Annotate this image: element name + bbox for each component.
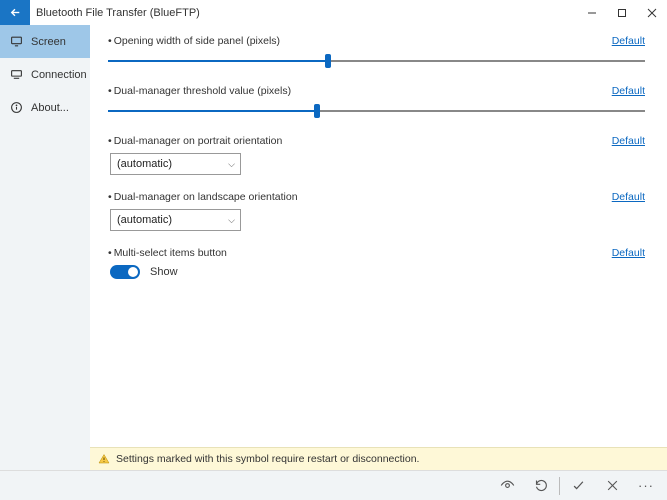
- default-link[interactable]: Default: [612, 247, 645, 259]
- app-title: Bluetooth File Transfer (BlueFTP): [36, 7, 200, 19]
- chevron-down-icon: ⌵: [228, 159, 235, 170]
- default-link[interactable]: Default: [612, 85, 645, 97]
- minimize-button[interactable]: [577, 0, 607, 25]
- warning-icon: [98, 453, 110, 465]
- separator: [559, 477, 560, 495]
- chevron-down-icon: ⌵: [228, 215, 235, 226]
- sidebar: Screen Connection About...: [0, 25, 90, 470]
- setting-label: •Opening width of side panel (pixels): [108, 35, 280, 47]
- select-value: (automatic): [117, 214, 172, 226]
- sidebar-item-about[interactable]: About...: [0, 91, 90, 124]
- setting-label: •Multi-select items button: [108, 247, 227, 259]
- more-button[interactable]: ···: [629, 471, 663, 500]
- warning-bar: Settings marked with this symbol require…: [90, 447, 667, 470]
- setting-label: •Dual-manager threshold value (pixels): [108, 85, 291, 97]
- connection-icon: [10, 68, 23, 81]
- maximize-button[interactable]: [607, 0, 637, 25]
- action-bar: ···: [0, 470, 667, 500]
- undo-button[interactable]: [524, 471, 558, 500]
- warning-text: Settings marked with this symbol require…: [116, 453, 419, 465]
- monitor-icon: [10, 35, 23, 48]
- select-portrait[interactable]: (automatic) ⌵: [110, 153, 241, 175]
- sidebar-item-label: Screen: [31, 36, 66, 48]
- default-link[interactable]: Default: [612, 135, 645, 147]
- slider-dual-threshold[interactable]: [108, 103, 645, 119]
- setting-dual-threshold: •Dual-manager threshold value (pixels) D…: [108, 85, 645, 119]
- setting-label: •Dual-manager on portrait orientation: [108, 135, 282, 147]
- preview-button[interactable]: [490, 471, 524, 500]
- titlebar: Bluetooth File Transfer (BlueFTP): [0, 0, 667, 25]
- setting-portrait: •Dual-manager on portrait orientation De…: [108, 135, 645, 175]
- default-link[interactable]: Default: [612, 191, 645, 203]
- close-button[interactable]: [637, 0, 667, 25]
- back-button[interactable]: [0, 0, 30, 25]
- sidebar-item-label: Connection: [31, 69, 87, 81]
- setting-landscape: •Dual-manager on landscape orientation D…: [108, 191, 645, 231]
- select-landscape[interactable]: (automatic) ⌵: [110, 209, 241, 231]
- sidebar-item-label: About...: [31, 102, 69, 114]
- setting-label: •Dual-manager on landscape orientation: [108, 191, 298, 203]
- sidebar-item-connection[interactable]: Connection: [0, 58, 90, 91]
- toggle-multiselect[interactable]: [110, 265, 140, 279]
- toggle-label: Show: [150, 266, 178, 278]
- default-link[interactable]: Default: [612, 35, 645, 47]
- window-controls: [577, 0, 667, 25]
- setting-multiselect: •Multi-select items button Default Show: [108, 247, 645, 279]
- sidebar-item-screen[interactable]: Screen: [0, 25, 90, 58]
- settings-panel: •Opening width of side panel (pixels) De…: [90, 25, 667, 447]
- cancel-button[interactable]: [595, 471, 629, 500]
- info-icon: [10, 101, 23, 114]
- select-value: (automatic): [117, 158, 172, 170]
- slider-opening-width[interactable]: [108, 53, 645, 69]
- apply-button[interactable]: [561, 471, 595, 500]
- setting-opening-width: •Opening width of side panel (pixels) De…: [108, 35, 645, 69]
